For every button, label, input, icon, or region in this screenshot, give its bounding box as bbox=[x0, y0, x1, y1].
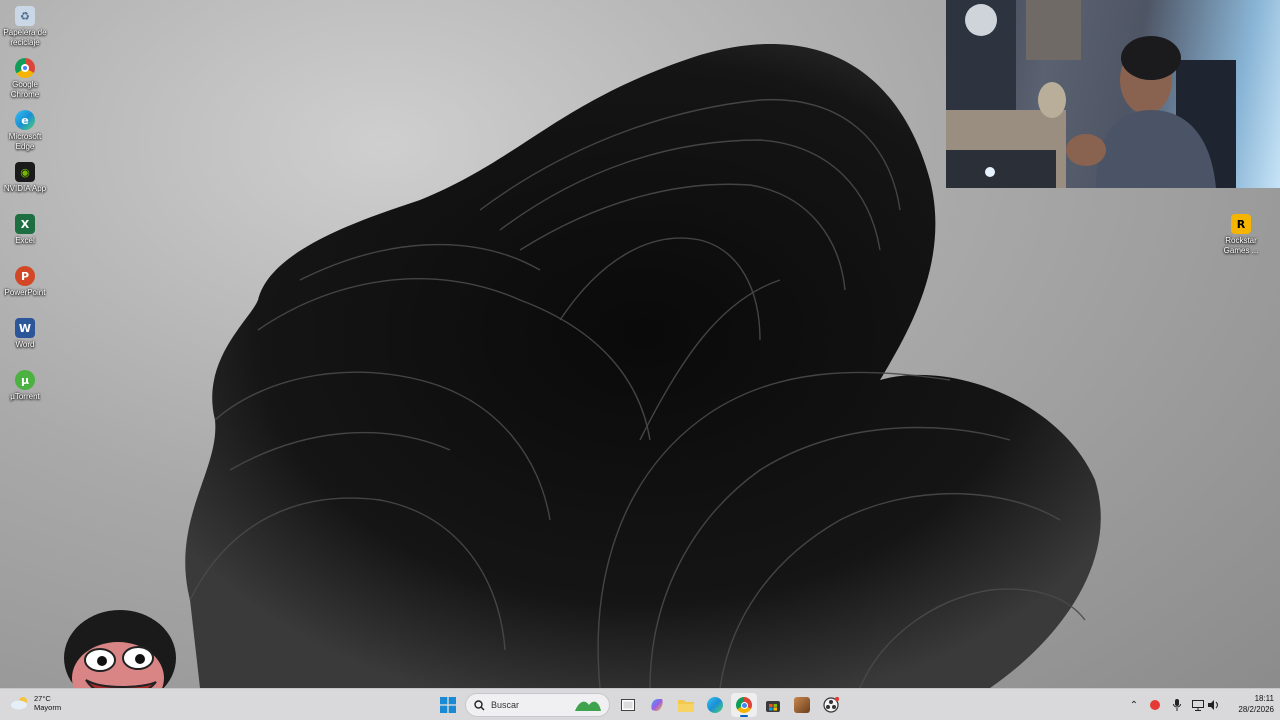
microphone-icon[interactable] bbox=[1170, 697, 1184, 713]
search-label: Buscar bbox=[491, 700, 520, 710]
desktop-icon-word[interactable]: W Word bbox=[0, 318, 50, 350]
clock-time: 18:11 bbox=[1254, 694, 1274, 703]
store-icon bbox=[766, 701, 780, 712]
desktop-icon-label: µTorrent bbox=[10, 392, 40, 401]
desktop-icon-label: NVIDIA App bbox=[3, 184, 47, 193]
desktop-icon-rockstar[interactable]: R Rockstar Games ... bbox=[1216, 214, 1266, 255]
app-tray-icon[interactable] bbox=[1148, 697, 1162, 713]
utorrent-icon: µ bbox=[15, 370, 35, 390]
task-view-button[interactable] bbox=[615, 693, 641, 717]
game-taskbar-button[interactable] bbox=[789, 693, 815, 717]
desktop-icon-label: Google Chrome bbox=[10, 80, 40, 99]
nvidia-icon: ◉ bbox=[15, 162, 35, 182]
windows-logo-icon bbox=[440, 697, 456, 713]
taskbar-search[interactable]: Buscar bbox=[465, 693, 610, 717]
desktop-icon-edge[interactable]: e Microsoft Edge bbox=[0, 110, 50, 151]
desktop-icon-label: Papelera de reciclaje bbox=[3, 28, 47, 47]
copilot-icon bbox=[651, 699, 663, 711]
search-icon bbox=[474, 699, 485, 710]
chrome-taskbar-button[interactable] bbox=[731, 693, 757, 717]
chrome-icon bbox=[736, 697, 752, 713]
folder-icon bbox=[678, 700, 694, 712]
excel-icon: X bbox=[15, 214, 35, 234]
desktop-icon-powerpoint[interactable]: P PowerPoint bbox=[0, 266, 50, 298]
store-taskbar-button[interactable] bbox=[760, 693, 786, 717]
weather-text: 27°C Mayorm bbox=[34, 694, 61, 712]
word-icon: W bbox=[15, 318, 35, 338]
copilot-button[interactable] bbox=[644, 693, 670, 717]
task-view-icon bbox=[621, 699, 635, 711]
network-icon[interactable] bbox=[1191, 697, 1205, 713]
taskbar-clock[interactable]: 18:11 28/2/2026 bbox=[1222, 693, 1274, 715]
webcam-overlay bbox=[946, 0, 1280, 188]
weather-desc: Mayorm bbox=[34, 703, 62, 712]
desktop-icon-label: Excel bbox=[15, 236, 35, 245]
search-highlight-icon bbox=[575, 701, 601, 711]
obs-taskbar-button[interactable] bbox=[818, 693, 844, 717]
edge-taskbar-button[interactable] bbox=[702, 693, 728, 717]
desktop-icon-utorrent[interactable]: µ µTorrent bbox=[0, 370, 50, 402]
desktop-icon-recycle-bin[interactable]: ♻ Papelera de reciclaje bbox=[0, 6, 50, 47]
webcam-feed-image bbox=[946, 0, 1236, 188]
taskbar: 27°C Mayorm Buscar ⌃ 18:11 28/2/2026 bbox=[0, 688, 1280, 720]
clock-date: 28/2/2026 bbox=[1238, 705, 1274, 714]
desktop-icon-label: Microsoft Edge bbox=[8, 132, 42, 151]
weather-widget[interactable]: 27°C Mayorm bbox=[10, 694, 61, 712]
volume-icon[interactable] bbox=[1207, 697, 1221, 713]
recycle-bin-icon: ♻ bbox=[15, 6, 35, 26]
file-explorer-button[interactable] bbox=[673, 693, 699, 717]
desktop-icon-label: PowerPoint bbox=[4, 288, 46, 297]
desktop-icon-label: Word bbox=[15, 340, 35, 349]
edge-icon: e bbox=[15, 110, 35, 130]
desktop-icon-excel[interactable]: X Excel bbox=[0, 214, 50, 246]
chevron-up-icon[interactable]: ⌃ bbox=[1127, 697, 1141, 713]
desktop-icon-nvidia[interactable]: ◉ NVIDIA App bbox=[0, 162, 50, 194]
chrome-icon bbox=[15, 58, 35, 78]
cloud-sun-icon bbox=[11, 697, 27, 710]
powerpoint-icon: P bbox=[15, 266, 35, 286]
desktop-icon-chrome[interactable]: Google Chrome bbox=[0, 58, 50, 99]
rockstar-icon: R bbox=[1231, 214, 1251, 234]
start-button[interactable] bbox=[435, 693, 461, 717]
edge-icon bbox=[707, 697, 723, 713]
desktop-icon-label: Rockstar Games ... bbox=[1223, 236, 1259, 255]
obs-icon bbox=[823, 697, 839, 713]
game-icon bbox=[794, 697, 810, 713]
weather-temp: 27°C bbox=[34, 694, 51, 703]
